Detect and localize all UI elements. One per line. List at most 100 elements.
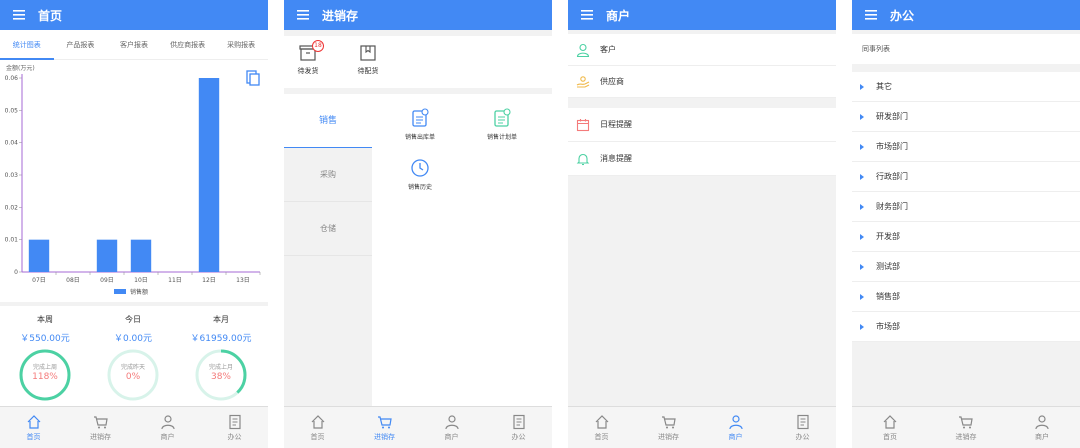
dept-test[interactable]: 测试部: [852, 252, 1080, 282]
nav-merchant[interactable]: 商户: [418, 407, 485, 448]
cart-icon: [661, 415, 676, 428]
bar: [198, 78, 220, 272]
nav-home[interactable]: 首页: [852, 407, 928, 448]
document-icon: [796, 414, 809, 429]
x-tick-label: 07日: [32, 277, 46, 284]
nav-label: 办公: [511, 432, 526, 441]
nav-merchant[interactable]: 商户: [1004, 407, 1080, 448]
quick-actions: 18 待发货 待配货: [284, 36, 552, 88]
category-purchase[interactable]: 采购: [284, 148, 372, 202]
nav-home[interactable]: 首页: [568, 407, 635, 448]
dept-label: 行政部门: [876, 172, 908, 181]
home-screen: 首页 统计图表 产品报表 客户报表 供应商报表 采购报表 金额(万元) 0 0.0…: [0, 0, 268, 448]
tab-purchase[interactable]: 采购报表: [214, 30, 268, 60]
bar: [130, 239, 152, 272]
panel-label: 销售出库单: [404, 134, 435, 141]
tab-product[interactable]: 产品报表: [54, 30, 108, 60]
bottom-nav: 首页 进销存 商户 办公: [284, 406, 552, 448]
category-panel: 销售出库单 销售计划单 销售历史: [372, 94, 552, 406]
nav-merchant[interactable]: 商户: [134, 407, 201, 448]
dept-marketing[interactable]: 市场部门: [852, 132, 1080, 162]
row-messages[interactable]: 消息提醒: [568, 142, 836, 176]
pending-ship[interactable]: 18 待发货: [288, 40, 328, 76]
menu-icon[interactable]: [284, 10, 322, 20]
page-title: 进销存: [322, 8, 359, 23]
y-tick-label: 0.03: [5, 172, 19, 179]
nav-office[interactable]: 办公: [201, 407, 268, 448]
menu-icon[interactable]: [0, 10, 38, 20]
dept-label: 市场部: [876, 322, 900, 331]
merchant-screen: 商户 客户 供应商 日程提醒 消息提醒 首页 进销存 商户 办公: [568, 0, 836, 448]
sales-outbound[interactable]: 销售出库单: [385, 108, 455, 141]
pending-pick[interactable]: 待配货: [348, 44, 388, 76]
department-list: 其它 研发部门 市场部门 行政部门 财务部门 开发部 测试部 销售部 市场部: [852, 72, 1080, 342]
nav-merchant[interactable]: 商户: [702, 407, 769, 448]
bar: [96, 239, 118, 272]
dept-label: 财务部门: [876, 202, 908, 211]
report-tabs: 统计图表 产品报表 客户报表 供应商报表 采购报表: [0, 30, 268, 60]
nav-inventory[interactable]: 进销存: [67, 407, 134, 448]
row-schedule[interactable]: 日程提醒: [568, 108, 836, 142]
ring-label: 完成上月: [208, 364, 233, 371]
y-tick-label: 0: [14, 269, 18, 276]
nav-inventory[interactable]: 进销存: [928, 407, 1004, 448]
y-tick-label: 0.04: [5, 140, 19, 147]
quick-label: 待发货: [297, 67, 319, 75]
dept-other[interactable]: 其它: [852, 72, 1080, 102]
nav-office[interactable]: 办公: [769, 407, 836, 448]
user-icon: [160, 414, 175, 429]
y-tick-label: 0.01: [5, 237, 19, 244]
inventory-screen: 进销存 18 待发货 待配货 销售 采购 仓储 销售出库单 销售计划单 销售历史: [284, 0, 552, 448]
dept-label: 研发部门: [876, 112, 908, 121]
tab-supplier[interactable]: 供应商报表: [161, 30, 215, 60]
cart-icon: [377, 415, 392, 428]
nav-inventory[interactable]: 进销存: [351, 407, 418, 448]
export-icon[interactable]: [246, 70, 260, 86]
dept-dev[interactable]: 开发部: [852, 222, 1080, 252]
nav-office[interactable]: 办公: [485, 407, 552, 448]
caret-right-icon: [860, 233, 864, 240]
home-icon: [27, 414, 40, 429]
quick-label: 待配货: [357, 67, 379, 75]
dept-label: 市场部门: [876, 142, 908, 151]
nav-label: 商户: [728, 432, 743, 441]
nav-inventory[interactable]: 进销存: [635, 407, 702, 448]
legend-swatch: [114, 289, 126, 294]
section-header: 同事列表: [852, 34, 1080, 64]
row-customers[interactable]: 客户: [568, 34, 836, 66]
sales-history[interactable]: 销售历史: [385, 158, 455, 191]
dept-label: 其它: [876, 82, 892, 91]
row-label: 消息提醒: [600, 154, 632, 163]
row-suppliers[interactable]: 供应商: [568, 66, 836, 98]
page-title: 首页: [38, 8, 63, 23]
nav-home[interactable]: 首页: [0, 407, 67, 448]
sales-plan[interactable]: 销售计划单: [467, 108, 537, 141]
contacts-group: 客户 供应商: [568, 34, 836, 98]
bottom-nav: 首页 进销存 商户 办公: [568, 406, 836, 448]
app-bar: 首页: [0, 0, 268, 30]
caret-right-icon: [860, 293, 864, 300]
reminders-group: 日程提醒 消息提醒: [568, 108, 836, 176]
menu-icon[interactable]: [568, 10, 606, 20]
menu-icon[interactable]: [852, 10, 890, 20]
category-sales[interactable]: 销售: [284, 94, 372, 148]
tab-customer[interactable]: 客户报表: [107, 30, 161, 60]
row-label: 日程提醒: [600, 120, 632, 129]
nav-home[interactable]: 首页: [284, 407, 351, 448]
dept-admin[interactable]: 行政部门: [852, 162, 1080, 192]
dept-sales[interactable]: 销售部: [852, 282, 1080, 312]
x-tick-label: 08日: [66, 277, 80, 284]
dept-rnd[interactable]: 研发部门: [852, 102, 1080, 132]
progress-ring: 完成昨天 0%: [106, 348, 160, 402]
dept-market[interactable]: 市场部: [852, 312, 1080, 342]
tab-chart[interactable]: 统计图表: [0, 30, 54, 60]
y-tick-label: 0.02: [5, 204, 19, 211]
row-label: 供应商: [600, 77, 624, 86]
dept-label: 销售部: [876, 292, 900, 301]
stats-panel: 本周 ￥550.00元 完成上周 118% 今日 ￥0.00元 完成昨天 0% …: [0, 306, 268, 406]
category-storage[interactable]: 仓储: [284, 202, 372, 256]
dept-finance[interactable]: 财务部门: [852, 192, 1080, 222]
nav-label: 首页: [26, 432, 41, 441]
customer-icon: [576, 43, 590, 57]
calendar-icon: [576, 118, 590, 131]
